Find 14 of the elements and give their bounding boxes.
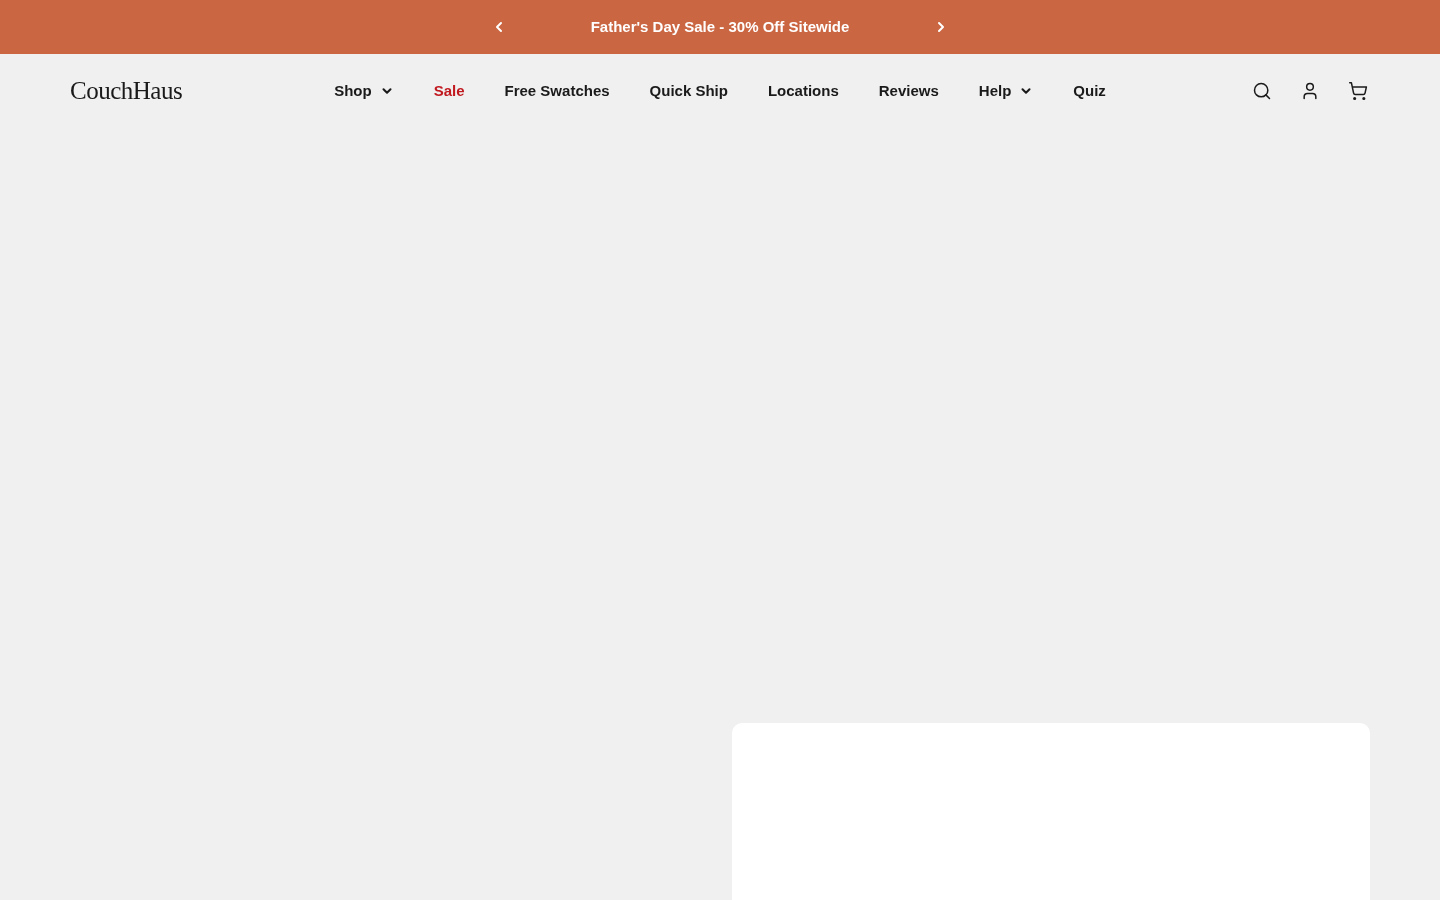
nav-link[interactable]: Locations [767,79,839,103]
nav-link[interactable]: Sale [433,79,465,103]
logo[interactable]: CouchHaus [70,72,183,110]
nav-link[interactable]: Reviews [878,79,939,103]
nav-link[interactable]: Shop [334,79,394,103]
person-icon [1300,81,1320,101]
announcement-text: Father's Day Sale - 30% Off Sitewide [589,16,851,37]
nav-link[interactable]: Free Swatches [504,79,610,103]
nav-link[interactable]: Quiz [1073,79,1106,103]
cart-icon [1348,81,1368,101]
nav-link[interactable]: Help [978,79,1034,103]
cart-button[interactable] [1346,79,1370,103]
nav-link[interactable]: Quick Ship [649,79,728,103]
search-icon [1252,81,1272,101]
